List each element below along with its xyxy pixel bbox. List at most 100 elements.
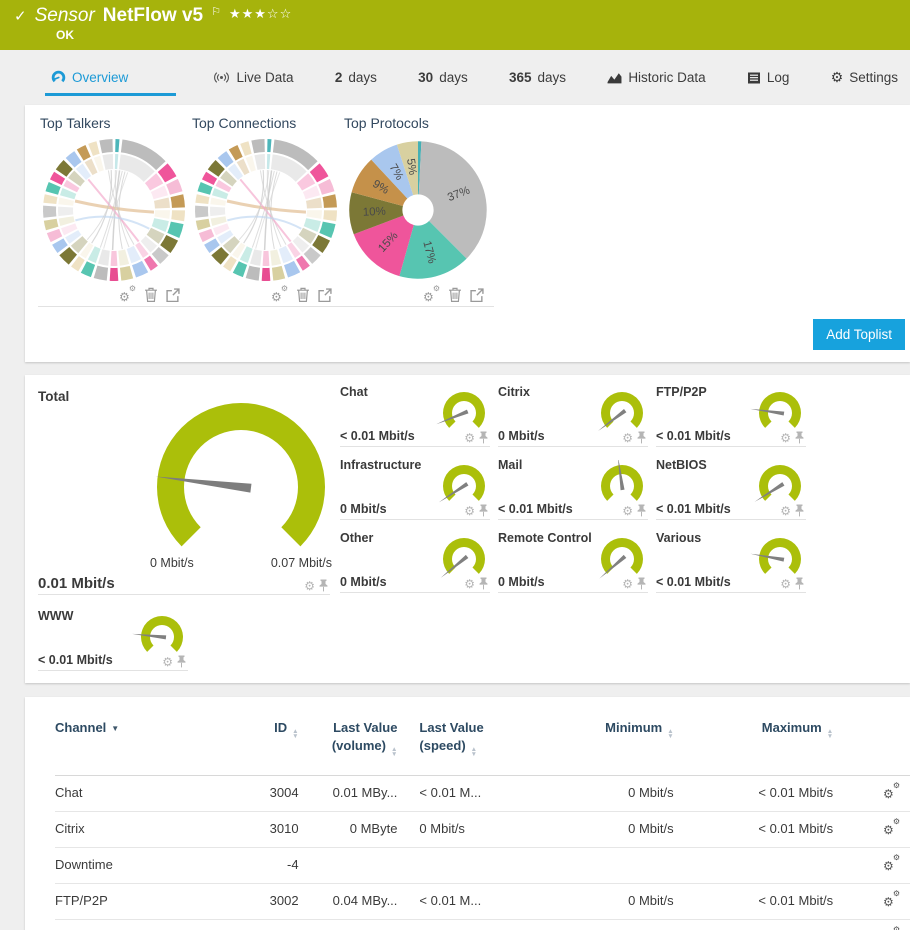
sort-caret-icon: ▼ (111, 724, 120, 733)
pin-icon[interactable] (177, 655, 186, 668)
pin-icon[interactable] (479, 577, 488, 590)
svg-text:10%: 10% (363, 206, 386, 219)
channel-settings-gears-icon[interactable]: ⚙⚙ (883, 817, 900, 836)
tab-log[interactable]: Log (741, 60, 796, 96)
gauges-panel: Total 0 Mbit/s 0.07 Mbit/s 0.01 Mbit/s ⚙… (25, 375, 910, 683)
column-header-last-valuevolume[interactable]: Last Value (volume) ▲ ▼ (298, 711, 398, 776)
pin-icon[interactable] (319, 579, 328, 592)
column-label-2: (speed) (419, 737, 466, 753)
gear-icon[interactable]: ⚙ (780, 578, 791, 590)
tab-overview[interactable]: Overview (45, 60, 177, 96)
sort-updown-icon: ▲ ▼ (390, 745, 398, 758)
sort-updown-icon: ▲ ▼ (470, 745, 478, 758)
gauge-value: 0 Mbit/s (340, 502, 387, 516)
cell-channel: Chat (55, 774, 238, 812)
gauge-cell-citrix: Citrix 0 Mbit/s ⚙ (498, 383, 648, 447)
column-header-maximum[interactable]: Maximum ▲ ▼ (673, 711, 834, 776)
pin-icon[interactable] (637, 431, 646, 444)
add-toplist-button[interactable]: Add Toplist (813, 319, 905, 350)
chord-chart[interactable] (38, 134, 190, 290)
pin-icon[interactable] (479, 504, 488, 517)
toplist-card-top-connections: Top Connections ⚙ ⚙ (190, 115, 342, 307)
pin-icon[interactable] (795, 577, 804, 590)
channel-settings-gears-icon[interactable]: ⚙⚙ (883, 781, 900, 800)
cell-speed: 0 Mbit/s (397, 918, 517, 930)
cell-max: < 0.01 Mbit/s (673, 882, 834, 920)
channel-table: Channel ▼ ID ▲ ▼ Last Value (volume) ▲ ▼ Last Val… (55, 711, 910, 930)
gear-icon[interactable]: ⚙ (162, 656, 173, 668)
table-row-infrastructure: Infrastructure30070 MByte0 Mbit/s0 Mbit/… (55, 918, 910, 930)
gauge-value: 0.01 Mbit/s (38, 575, 115, 592)
cell-speed: < 0.01 M... (397, 774, 517, 812)
cell-min: 0 Mbit/s (516, 918, 674, 930)
total-gauge (155, 403, 325, 547)
sort-updown-icon: ▲ ▼ (292, 728, 299, 740)
pin-icon[interactable] (795, 504, 804, 517)
priority-stars[interactable]: ★★★☆☆ (229, 6, 292, 22)
delete-toplist-icon[interactable] (144, 287, 158, 302)
pin-icon[interactable] (795, 431, 804, 444)
gauge-cell-chat: Chat < 0.01 Mbit/s ⚙ (340, 383, 490, 447)
gauge-value: < 0.01 Mbit/s (340, 429, 415, 443)
tab-label: days (537, 70, 567, 85)
cell-id: 3004 (237, 774, 299, 812)
tab-label: Overview (72, 70, 129, 85)
pin-icon[interactable] (637, 504, 646, 517)
table-row-downtime: Downtime -4 ⚙ ⚙ (55, 846, 910, 884)
gear-icon[interactable]: ⚙ (464, 505, 475, 517)
gauge-value: < 0.01 Mbit/s (656, 429, 731, 443)
column-header-minimum[interactable]: Minimum ▲ ▼ (516, 711, 674, 776)
toplist-settings-gears-icon[interactable]: ⚙ ⚙ (423, 285, 440, 304)
tab-label: Settings (849, 70, 898, 85)
cell-max (673, 846, 834, 884)
column-label: Last Value (333, 720, 398, 735)
column-header-last-valuespeed[interactable]: Last Value (speed) ▲ ▼ (397, 711, 517, 776)
gear-icon[interactable]: ⚙ (622, 578, 633, 590)
chord-chart[interactable] (190, 134, 342, 290)
tab-2-days[interactable]: 2 days (329, 60, 383, 96)
priority-flag-icon[interactable]: ⚐ (211, 5, 221, 18)
gauge-value: < 0.01 Mbit/s (656, 575, 731, 589)
toplist-settings-gears-icon[interactable]: ⚙ ⚙ (119, 285, 136, 304)
column-header-id[interactable]: ID ▲ ▼ (237, 711, 299, 776)
toplist-title: Top Connections (192, 115, 297, 131)
protocols-pie-chart[interactable]: 37% 17% 15% 10% 9% 7% 5% (342, 134, 494, 290)
chart-icon (607, 71, 622, 84)
cell-max: < 0.01 Mbit/s (673, 810, 834, 848)
open-toplist-external-icon[interactable] (166, 287, 180, 302)
gear-icon[interactable]: ⚙ (304, 580, 315, 592)
gear-icon[interactable]: ⚙ (622, 505, 633, 517)
gauge-value: < 0.01 Mbit/s (38, 653, 113, 667)
gauge-cell-total: Total 0 Mbit/s 0.07 Mbit/s 0.01 Mbit/s ⚙ (38, 383, 332, 595)
gear-icon[interactable]: ⚙ (464, 578, 475, 590)
pin-icon[interactable] (479, 431, 488, 444)
pin-icon[interactable] (637, 577, 646, 590)
channel-settings-gears-icon[interactable]: ⚙⚙ (883, 889, 900, 908)
svg-text:5%: 5% (404, 158, 418, 176)
cell-volume (298, 846, 398, 884)
gauge-scale-min: 0 Mbit/s (150, 556, 194, 570)
tab-historic-data[interactable]: Historic Data (601, 60, 711, 96)
tab-settings[interactable]: ⚙ Settings (825, 60, 904, 96)
sensor-header: ✓ Sensor NetFlow v5 ⚐ ★★★☆☆ OK (0, 0, 910, 50)
cell-speed (397, 846, 517, 884)
tab-30-days[interactable]: 30 days (412, 60, 474, 96)
open-toplist-external-icon[interactable] (318, 287, 332, 302)
channel-settings-gears-icon[interactable]: ⚙⚙ (883, 853, 900, 872)
gear-icon[interactable]: ⚙ (780, 432, 791, 444)
tab-live-data[interactable]: Live Data (206, 60, 300, 96)
gear-icon[interactable]: ⚙ (780, 505, 791, 517)
gear-icon[interactable]: ⚙ (464, 432, 475, 444)
toplist-settings-gears-icon[interactable]: ⚙ ⚙ (271, 285, 288, 304)
delete-toplist-icon[interactable] (448, 287, 462, 302)
tab-bar: Overview Live Data 2 days 30 days 365 days Histo… (45, 60, 904, 96)
gear-icon[interactable]: ⚙ (622, 432, 633, 444)
delete-toplist-icon[interactable] (296, 287, 310, 302)
column-header-channel[interactable]: Channel ▼ (55, 711, 238, 776)
tab-365-days[interactable]: 365 days (503, 60, 572, 96)
table-row-ftp-p2p: FTP/P2P 3002 0.04 MBy... < 0.01 M... 0 Mbit/… (55, 882, 910, 920)
gauge-scale-max: 0.07 Mbit/s (270, 556, 332, 570)
cell-channel: Infrastructure (55, 918, 238, 930)
open-toplist-external-icon[interactable] (470, 287, 484, 302)
toplist-card-top-protocols: Top Protocols 37% 17% 15% 10% 9% 7% 5% ⚙ ⚙ (342, 115, 494, 307)
